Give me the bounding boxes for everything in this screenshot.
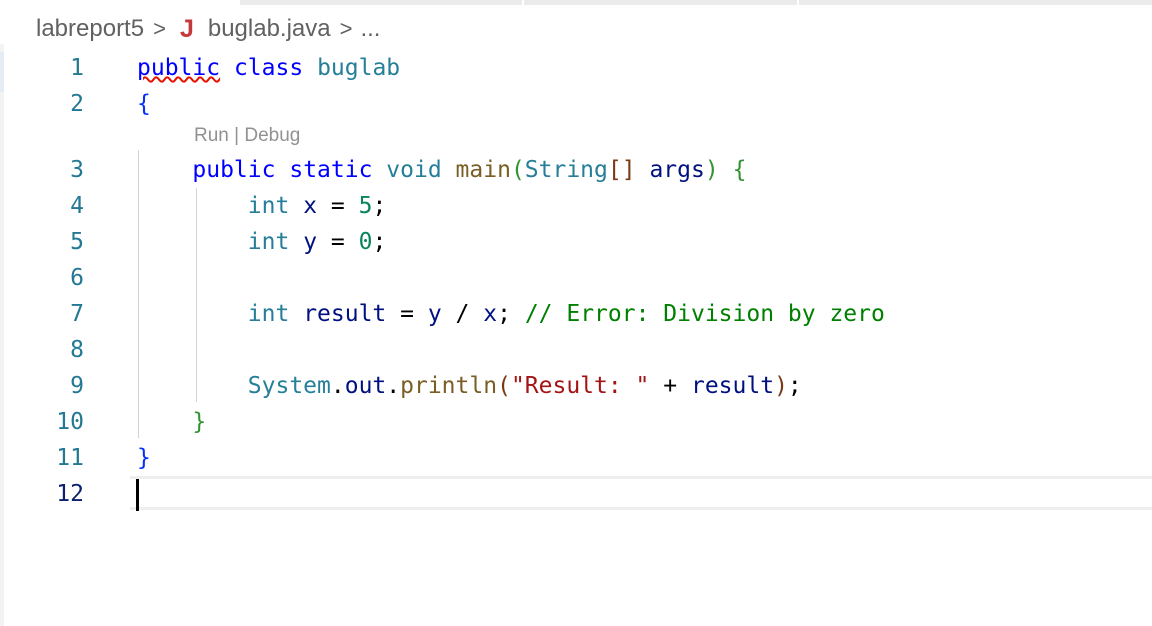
operator: + <box>649 373 691 399</box>
breadcrumb-symbols[interactable]: ... <box>360 15 380 43</box>
line-number: 2 <box>70 91 84 117</box>
code-text[interactable]: int result = y / x; // Error: Division b… <box>137 296 885 332</box>
operator: = <box>317 229 359 255</box>
number: 5 <box>358 193 373 219</box>
number: 0 <box>358 229 373 255</box>
punctuation: ; <box>497 301 511 327</box>
code-text[interactable]: } <box>137 440 151 476</box>
string: "Result: " <box>510 373 650 399</box>
line-number: 7 <box>70 301 84 327</box>
codelens: Run | Debug <box>194 124 300 148</box>
code-line-10[interactable]: 10 } <box>0 404 1152 440</box>
code-line-7[interactable]: 7 int result = y / x; // Error: Division… <box>0 296 1152 332</box>
keyword: public <box>192 157 276 183</box>
breadcrumb-separator: > <box>339 16 353 41</box>
line-number: 11 <box>56 445 84 471</box>
punctuation: . <box>386 373 401 399</box>
variable: x <box>483 301 498 327</box>
code-line-3[interactable]: 3 public static void main(String[] args)… <box>0 152 1152 188</box>
variable: result <box>303 301 387 327</box>
punctuation: . <box>330 373 345 399</box>
type: String <box>524 157 608 183</box>
comment: // Error: Division by zero <box>524 301 885 327</box>
bracket: ) <box>774 373 788 399</box>
breadcrumb-folder[interactable]: labreport5 <box>36 15 144 43</box>
punctuation: ; <box>787 373 802 399</box>
bracket: ( <box>510 157 525 183</box>
variable: y <box>427 301 442 327</box>
code-line-11[interactable]: 11 } <box>0 440 1152 476</box>
parameter: args <box>649 157 705 183</box>
java-icon: J <box>179 14 194 43</box>
keyword: class <box>233 55 304 81</box>
bracket: { <box>137 91 151 117</box>
bracket: } <box>137 445 151 471</box>
tab-bar <box>240 0 1152 5</box>
code-text[interactable]: int x = 5; <box>137 188 387 224</box>
code-line-12[interactable]: 12 <box>0 476 1152 512</box>
keyword: static <box>289 157 373 183</box>
breadcrumb: labreport5 > J buglab.java > ... <box>36 12 380 46</box>
type: int <box>247 229 290 255</box>
code-line-9[interactable]: 9 System.out.println("Result: " + result… <box>0 368 1152 404</box>
bracket: ) <box>704 157 719 183</box>
code-line-2[interactable]: 2 { <box>0 86 1152 122</box>
keyword: public <box>137 55 221 81</box>
breadcrumb-separator: > <box>153 16 166 41</box>
operator: / <box>441 301 484 327</box>
line-number: 4 <box>70 193 84 219</box>
tab-bar-left <box>0 0 240 5</box>
code-text[interactable]: { <box>137 86 151 122</box>
bracket: } <box>192 409 207 435</box>
punctuation: ; <box>372 229 387 255</box>
operator: = <box>317 193 359 219</box>
tab-divider <box>522 0 524 5</box>
line-number: 12 <box>56 481 84 507</box>
line-number: 10 <box>56 409 84 435</box>
type: int <box>247 193 290 219</box>
class-name: buglab <box>317 55 401 81</box>
variable: x <box>303 193 318 219</box>
variable: y <box>303 229 318 255</box>
code-line-6[interactable]: 6 <box>0 260 1152 296</box>
code-line-5[interactable]: 5 int y = 0; <box>0 224 1152 260</box>
line-number: 5 <box>70 229 84 255</box>
breadcrumb-file[interactable]: buglab.java <box>208 15 331 43</box>
class-name: System <box>247 373 331 399</box>
bracket: ( <box>497 373 511 399</box>
tab-divider <box>797 0 799 5</box>
code-text[interactable]: public class buglab <box>137 50 400 86</box>
field: out <box>344 373 387 399</box>
bracket: [] <box>607 157 636 183</box>
function-name: println <box>400 373 498 399</box>
line-number: 6 <box>70 265 84 291</box>
codelens-run-debug[interactable]: Run | Debug <box>194 125 300 146</box>
bracket: { <box>732 157 747 183</box>
code-line-4[interactable]: 4 int x = 5; <box>0 188 1152 224</box>
function-name: main <box>455 157 511 183</box>
operator: = <box>386 301 428 327</box>
type: int <box>247 301 290 327</box>
code-text[interactable]: int y = 0; <box>137 224 387 260</box>
punctuation: ; <box>372 193 387 219</box>
code-text[interactable]: public static void main(String[] args) { <box>137 152 746 188</box>
line-number: 1 <box>70 55 84 81</box>
line-number: 9 <box>70 373 84 399</box>
code-text[interactable]: System.out.println("Result: " + result); <box>137 368 802 404</box>
code-line-1[interactable]: 1 public class buglab <box>0 50 1152 86</box>
line-number: 3 <box>70 157 84 183</box>
code-line-8[interactable]: 8 <box>0 332 1152 368</box>
keyword: void <box>386 157 442 183</box>
line-number: 8 <box>70 337 84 363</box>
variable: result <box>690 373 775 399</box>
code-text[interactable]: } <box>137 404 206 440</box>
